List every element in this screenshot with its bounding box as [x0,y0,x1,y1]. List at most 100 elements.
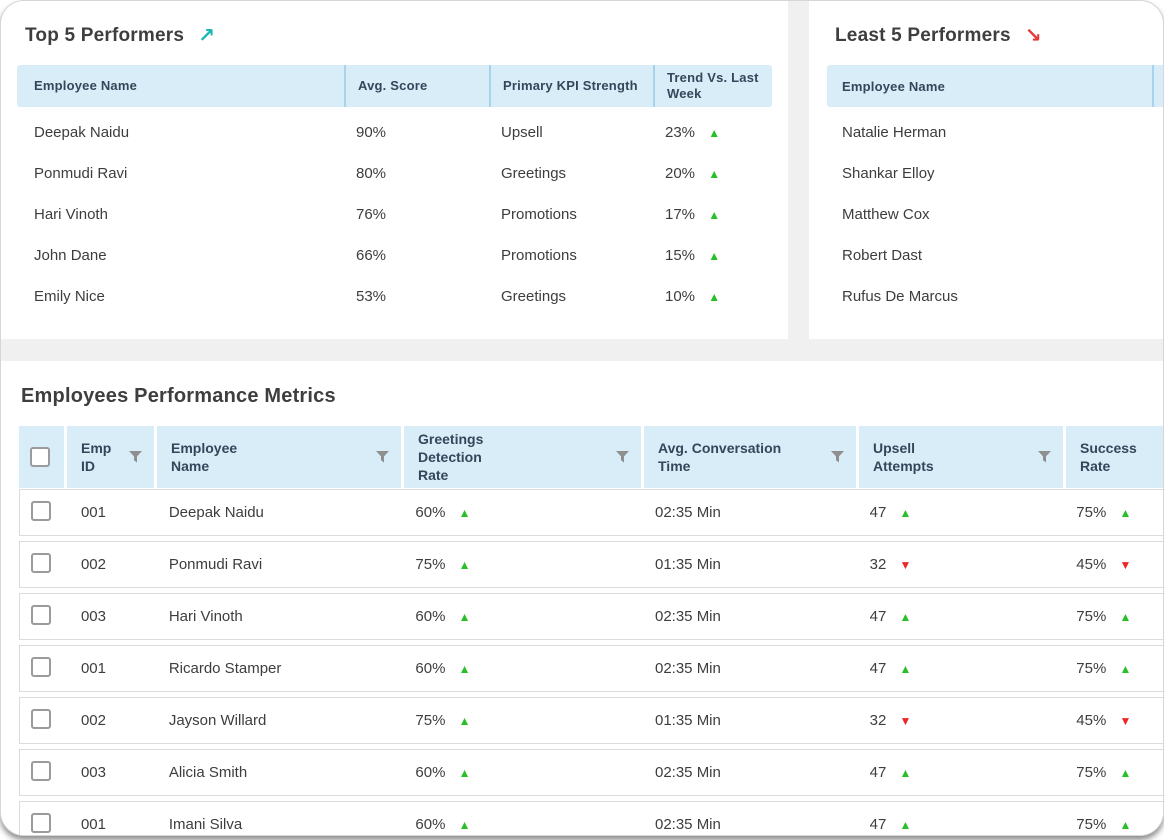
avg-conversation-time-cell: 02:35 Min [641,660,856,677]
trend-triangle-icon: ▲ [899,766,911,780]
success-rate-value: 75% [1076,816,1106,833]
trend-triangle-icon: ▲ [459,766,471,780]
trend-triangle-icon: ▲ [459,818,471,832]
trend-triangle-icon: ▲ [1119,662,1131,676]
filter-icon[interactable] [1038,451,1051,463]
top-performers-card: Top 5 Performers ↗ Employee Name Avg. Sc… [1,1,788,339]
trend-triangle-icon: ▲ [708,126,720,140]
column-header-employee-name: Employee Name [154,426,401,488]
select-all-header-cell [19,426,64,488]
row-checkbox[interactable] [31,657,51,677]
trend-triangle-icon: ▲ [708,208,720,222]
upsell-attempts-cell: 32 ▼ [856,556,1063,573]
greetings-rate-cell: 60% ▲ [401,504,641,521]
checkbox-cell [20,605,65,629]
greetings-rate-value: 60% [415,608,445,625]
column-header-upsell-attempts: Upsell Attempts [856,426,1063,488]
column-header-employee-name: Employee Name [827,65,1154,107]
filter-icon[interactable] [831,451,844,463]
least-performers-title: Least 5 Performers ↘ [835,25,1147,47]
checkbox-cell [20,813,65,837]
avg-conversation-time-cell: 01:35 Min [641,712,856,729]
column-header-trend-vs-last-week: Trend Vs. Last Week [653,65,768,107]
avg-score-cell: 66% [344,247,489,264]
filter-icon[interactable] [616,451,629,463]
column-header-avg-score: Avg. Score [344,65,489,107]
trend-triangle-icon: ▲ [899,818,911,832]
table-row: 001 Ricardo Stamper 60% ▲ 02:35 Min 47 ▲… [19,645,1164,692]
trend-triangle-icon: ▲ [899,610,911,624]
greetings-rate-cell: 60% ▲ [401,816,641,833]
row-checkbox[interactable] [31,553,51,573]
upsell-attempts-value: 47 [870,816,887,833]
greetings-rate-cell: 60% ▲ [401,608,641,625]
avg-conversation-time-cell: 01:35 Min [641,556,856,573]
table-row: 002 Ponmudi Ravi 75% ▲ 01:35 Min 32 ▼ 45… [19,541,1164,588]
trend-cell: 17% ▲ [653,206,768,223]
column-header-employee-name: Employee Name [17,78,344,94]
upsell-attempts-cell: 47 ▲ [856,504,1063,521]
row-checkbox[interactable] [31,501,51,521]
row-checkbox[interactable] [31,813,51,833]
trend-value: 10% [665,288,695,305]
trend-triangle-icon: ▲ [459,558,471,572]
trend-triangle-icon: ▲ [708,249,720,263]
avg-conversation-time-cell: 02:35 Min [641,816,856,833]
emp-id-cell: 001 [65,504,155,521]
avg-score-cell: 76% [344,206,489,223]
top-performers-table-body: Deepak Naidu 90% Upsell 23% ▲ Ponmudi Ra… [17,107,772,317]
trend-triangle-icon: ▲ [1119,818,1131,832]
top-row: Top 5 Performers ↗ Employee Name Avg. Sc… [1,1,1163,339]
trend-up-arrow-icon: ↗ [198,26,215,46]
least-performers-table-header: Employee Name [827,65,1163,107]
trend-triangle-icon: ▲ [459,662,471,676]
greetings-rate-value: 75% [415,712,445,729]
employee-name-cell: Alicia Smith [155,764,402,781]
table-row: Robert Dast [827,235,1147,276]
success-rate-value: 75% [1076,504,1106,521]
column-header-success-rate: Success Rate [1063,426,1164,488]
upsell-attempts-value: 47 [870,764,887,781]
trend-cell: 23% ▲ [653,124,768,141]
avg-conversation-time-cell: 02:35 Min [641,764,856,781]
trend-triangle-icon: ▲ [459,714,471,728]
row-checkbox[interactable] [31,709,51,729]
upsell-attempts-cell: 47 ▲ [856,660,1063,677]
success-rate-value: 75% [1076,660,1106,677]
row-checkbox[interactable] [31,605,51,625]
avg-conversation-time-cell: 02:35 Min [641,504,856,521]
trend-value: 15% [665,247,695,264]
select-all-checkbox[interactable] [30,447,50,467]
emp-id-cell: 003 [65,608,155,625]
employee-name-cell: Ricardo Stamper [155,660,402,677]
upsell-attempts-cell: 47 ▲ [856,764,1063,781]
greetings-rate-cell: 75% ▲ [401,712,641,729]
primary-kpi-cell: Greetings [489,288,653,305]
success-rate-value: 75% [1076,764,1106,781]
upsell-attempts-value: 47 [870,608,887,625]
employee-name-cell: Imani Silva [155,816,402,833]
primary-kpi-cell: Promotions [489,247,653,264]
greetings-rate-cell: 60% ▲ [401,764,641,781]
emp-id-cell: 003 [65,764,155,781]
column-header-avg-conversation-time: Avg. Conversation Time [641,426,856,488]
employee-name-cell: Hari Vinoth [17,206,344,223]
greetings-rate-cell: 60% ▲ [401,660,641,677]
greetings-rate-value: 75% [415,556,445,573]
avg-score-cell: 90% [344,124,489,141]
trend-triangle-icon: ▲ [1119,766,1131,780]
success-rate-cell: 75% ▲ [1062,608,1164,625]
top-performers-title-text: Top 5 Performers [25,25,184,47]
table-row: Natalie Herman [827,112,1147,153]
trend-triangle-icon: ▲ [459,506,471,520]
upsell-attempts-value: 47 [870,504,887,521]
employee-name-cell: Matthew Cox [842,206,930,223]
trend-value: 17% [665,206,695,223]
trend-triangle-icon: ▲ [899,506,911,520]
success-rate-cell: 45% ▼ [1062,556,1164,573]
employee-name-cell: Robert Dast [842,247,922,264]
employee-name-cell: Shankar Elloy [842,165,935,182]
filter-icon[interactable] [376,451,389,463]
row-checkbox[interactable] [31,761,51,781]
filter-icon[interactable] [129,451,142,463]
